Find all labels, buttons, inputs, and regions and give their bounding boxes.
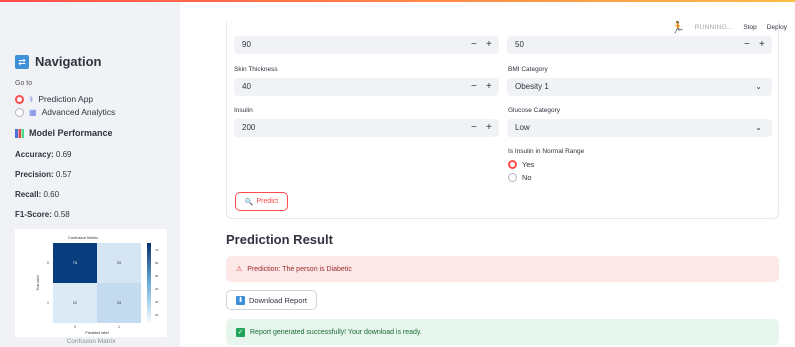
- success-alert: ✓ Report generated successfully! Your do…: [226, 319, 779, 345]
- cm-xlabel: Predicted label: [85, 331, 108, 335]
- metric-recall: Recall: 0.60: [15, 190, 60, 199]
- minus-button[interactable]: −: [471, 78, 477, 96]
- cm-ytick-0: 0: [47, 261, 49, 265]
- cm-cbar-tick-3: 40: [155, 287, 159, 291]
- network-icon: ⚕: [29, 94, 34, 104]
- chevron-down-icon: ⌄: [755, 123, 762, 132]
- search-icon: 🔍: [244, 198, 254, 206]
- download-icon: ⬇: [236, 295, 246, 305]
- cm-cbar-tick-0: 70: [155, 248, 159, 252]
- skin-thickness-input[interactable]: 40 − +: [234, 78, 499, 96]
- prediction-alert: ⚠ Prediction: The person is Diabetic: [226, 256, 779, 282]
- cm-cbar-tick-5: 20: [155, 313, 159, 317]
- plus-button[interactable]: +: [486, 78, 492, 96]
- skin-thickness-label: Skin Thickness: [234, 66, 278, 73]
- sidebar-title: ⇄ Navigation: [15, 54, 101, 69]
- check-icon: ✓: [236, 327, 245, 337]
- confusion-matrix-image: Confusion Matrix 74 25 22 33 0 1 0 1 Pre…: [15, 229, 167, 337]
- insulin-input[interactable]: 200 − +: [234, 119, 499, 137]
- prediction-result-heading: Prediction Result: [226, 232, 333, 247]
- glucose-category-label: Glucose Category: [508, 107, 561, 114]
- radio-selected-icon[interactable]: [15, 94, 24, 104]
- download-report-button[interactable]: ⬇ Download Report: [226, 290, 317, 310]
- metric-precision: Precision: 0.57: [15, 170, 72, 179]
- insulin-normal-no[interactable]: No: [508, 173, 532, 182]
- bmi-category-label: BMI Category: [508, 66, 548, 73]
- goto-label: Go to: [15, 80, 33, 87]
- cm-cbar-tick-4: 30: [155, 300, 159, 304]
- radio-selected-icon[interactable]: [508, 160, 517, 169]
- cm-title: Confusion Matrix: [68, 235, 98, 240]
- confusion-matrix-caption: Confusion Matrix: [66, 338, 116, 345]
- cm-value-0-1: 25: [117, 260, 122, 265]
- radio-unselected-icon[interactable]: [15, 107, 24, 117]
- minus-button[interactable]: −: [471, 119, 477, 137]
- bar-chart-icon: [15, 128, 24, 138]
- cm-value-1-0: 22: [73, 300, 78, 305]
- metric-f1: F1-Score: 0.58: [15, 210, 70, 219]
- number-input-top-left[interactable]: 90 − +: [234, 36, 499, 54]
- cm-cbar-tick-2: 50: [155, 274, 159, 278]
- bmi-category-select[interactable]: Obesity 1 ⌄: [507, 78, 772, 96]
- cm-value-1-1: 33: [117, 300, 122, 305]
- metric-accuracy: Accuracy: 0.69: [15, 150, 72, 159]
- glucose-category-select[interactable]: Low ⌄: [507, 119, 772, 137]
- minus-button[interactable]: −: [744, 36, 750, 54]
- nav-option-advanced-analytics[interactable]: ▦ Advanced Analytics: [15, 107, 115, 117]
- shuffle-icon: ⇄: [15, 54, 29, 69]
- insulin-label: Insulin: [234, 107, 253, 114]
- cm-value-0-0: 74: [73, 260, 78, 265]
- radio-unselected-icon[interactable]: [508, 173, 517, 182]
- cm-ytick-1: 1: [47, 301, 49, 305]
- cm-ylabel: True label: [36, 275, 40, 291]
- predict-button[interactable]: 🔍 Predict: [235, 192, 288, 211]
- cm-cbar-tick-1: 60: [155, 261, 159, 265]
- insulin-normal-yes[interactable]: Yes: [508, 160, 534, 169]
- plus-button[interactable]: +: [486, 119, 492, 137]
- nav-option-prediction-app[interactable]: ⚕ Prediction App: [15, 94, 93, 104]
- plus-button[interactable]: +: [486, 36, 492, 54]
- number-input-top-right[interactable]: 50 − +: [507, 36, 772, 54]
- minus-button[interactable]: −: [471, 36, 477, 54]
- warning-icon: ⚠: [236, 266, 243, 273]
- model-performance-heading: Model Performance: [15, 128, 113, 138]
- cm-xtick-1: 1: [118, 325, 120, 329]
- chevron-down-icon: ⌄: [755, 82, 762, 91]
- cm-colorbar: [147, 243, 151, 323]
- cm-xtick-0: 0: [74, 325, 76, 329]
- confusion-matrix-plot: Confusion Matrix 74 25 22 33 0 1 0 1 Pre…: [36, 235, 159, 335]
- chart-icon: ▦: [29, 107, 37, 117]
- insulin-normal-label: Is Insulin in Normal Range: [508, 148, 585, 155]
- plus-button[interactable]: +: [759, 36, 765, 54]
